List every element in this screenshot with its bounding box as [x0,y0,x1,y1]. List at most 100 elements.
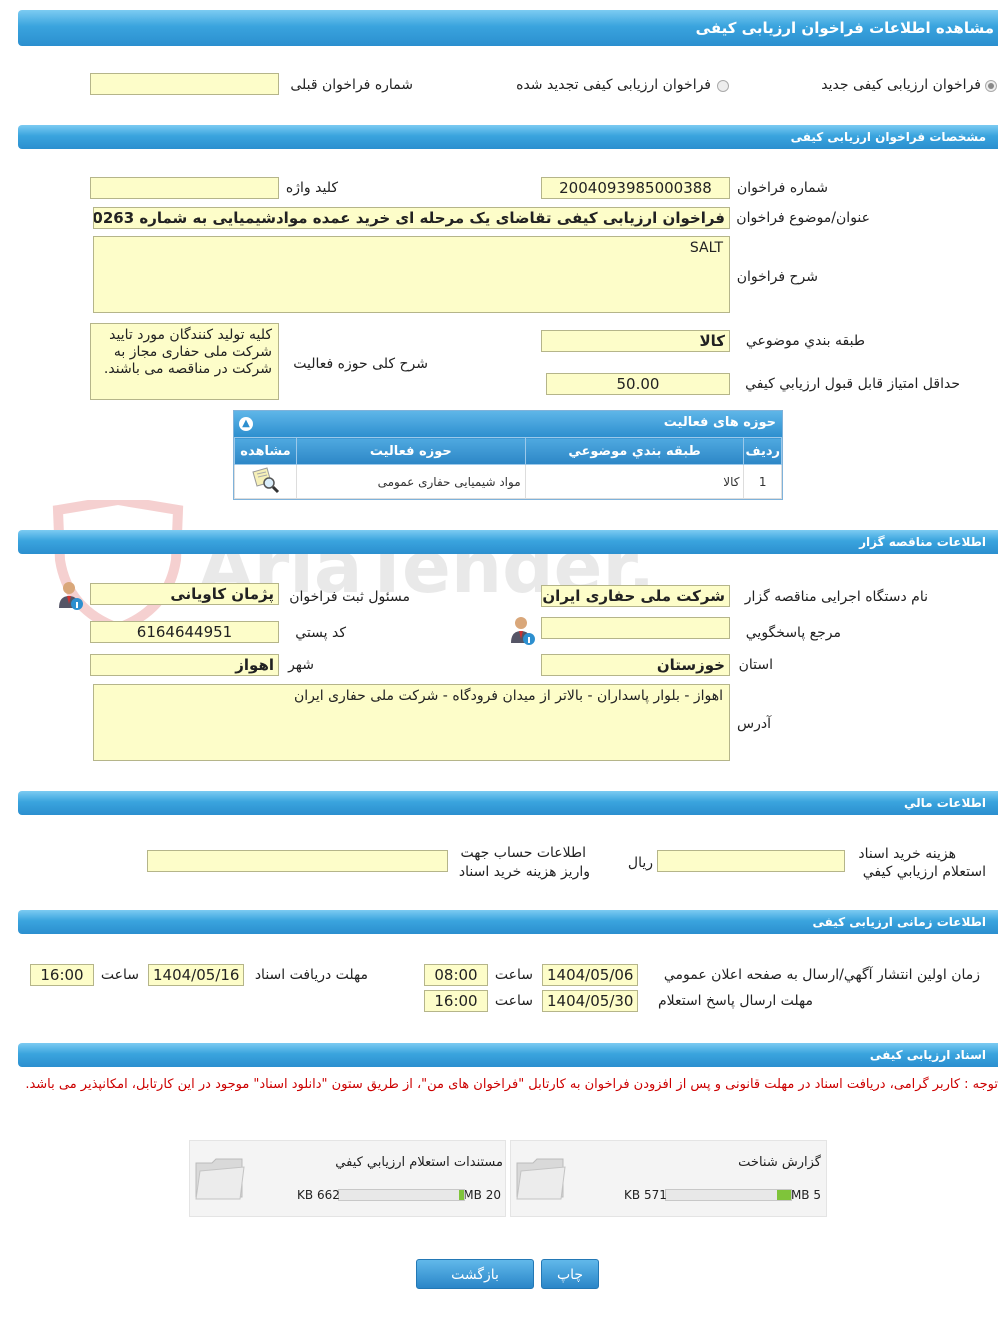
file-name: مستندات استعلام ارزيابي کيفي [335,1155,503,1170]
receive-time-field[interactable]: 16:00 [30,964,94,986]
publish-time-label: ساعت [494,967,533,983]
receive-date-field[interactable]: 1404/05/16 [148,964,244,986]
fee-label-1: هزینه خرید اسناد [858,846,956,862]
file-name: گزارش شناخت [738,1155,821,1170]
scope-field[interactable]: کلیه تولید کنندگان مورد تایید شرکت ملی ح… [90,323,279,400]
org-field[interactable]: شرکت ملی حفاری ایران در [541,585,730,607]
registrar-label: مسئول ثبت فراخوان [289,589,410,605]
file-progress [665,1189,792,1201]
col-category: طبقه بندي موضوعي [524,437,745,465]
radio-new[interactable] [985,80,997,92]
number-label: شماره فراخوان [737,180,828,196]
publish-time-field[interactable]: 08:00 [424,964,488,986]
magnifier-document-icon[interactable] [249,466,281,494]
min-score-field[interactable]: 50.00 [546,373,730,395]
account-label-2: واریز هزینه خرید اسناد [458,864,590,880]
prev-number-field[interactable] [90,73,279,95]
watermark: AriaTender.neT [48,494,804,634]
activities-header: حوزه های فعالیت ▲ [234,411,782,437]
reply-label: مهلت ارسال پاسخ استعلام [657,993,813,1009]
file-progress-fill [777,1190,791,1200]
postal-field[interactable]: 6164644951 [90,621,279,643]
publish-label: زمان اولين انتشار آگهي/ارسال به صفحه اعل… [663,967,980,983]
file-limit: 20 MB [463,1188,501,1202]
publish-date-field[interactable]: 1404/05/06 [542,964,638,986]
receive-time-label: ساعت [100,967,139,983]
folder-icon [516,1158,566,1200]
address-label: آدرس [737,716,771,732]
subject-label: عنوان/موضوع فراخوان [736,210,870,226]
postal-label: کد پستي [295,625,346,641]
city-field[interactable]: اهواز [90,654,279,676]
registrar-field[interactable]: پژمان کاویانی [90,583,279,605]
org-label: نام دستگاه اجرایی مناقصه گزار [744,589,928,605]
section-specs: مشخصات فراخوان ارزیابی کیفی [18,125,998,149]
file-limit: 5 MB [790,1188,821,1202]
view-cell [234,464,297,499]
fee-label-2: استعلام ارزيابي کيفي [862,864,986,880]
account-field[interactable] [147,850,448,872]
file-progress [338,1189,465,1201]
prev-number-label: شماره فراخوان قبلی [290,77,413,93]
section-schedule-title: اطلاعات زمانی ارزیابی کیفی [812,915,986,929]
file-card-recognition[interactable]: گزارش شناخت 5 MB 571 KB [510,1140,827,1217]
responder-label: مرجع پاسخگويي [745,625,841,641]
fee-field[interactable] [657,850,845,872]
col-view: مشاهده [234,437,297,465]
category-label: طبقه بندي موضوعي [745,333,865,349]
responder-info-icon[interactable] [507,615,537,647]
section-documents: اسناد ارزیابی کیفی [18,1043,998,1067]
row-index: 1 [743,464,782,499]
receive-label: مهلت دریافت اسناد [254,967,368,983]
page-header: مشاهده اطلاعات فراخوان ارزیابی کیفی [18,10,998,46]
file-size: 662 KB [297,1188,340,1202]
city-label: شهر [288,657,314,673]
row-category: کالا [524,464,745,499]
keyword-label: کلید واژه [285,180,338,196]
file-progress-fill [459,1190,464,1200]
section-schedule: اطلاعات زمانی ارزیابی کیفی [18,910,998,934]
page-title: مشاهده اطلاعات فراخوان ارزیابی کیفی [695,19,994,37]
section-financial-title: اطلاعات مالي [903,796,986,810]
radio-renewed[interactable] [717,80,729,92]
keyword-field[interactable] [90,177,279,199]
section-organizer-title: اطلاعات مناقصه گزار [859,535,986,549]
file-card-inquiry-docs[interactable]: مستندات استعلام ارزيابي کيفي 20 MB 662 K… [189,1140,506,1217]
collapse-up-icon[interactable]: ▲ [239,417,253,431]
min-score-label: حداقل امتياز قابل قبول ارزيابي کيفي [745,376,960,392]
account-label-1: اطلاعات حساب جهت [460,845,586,861]
scope-label: شرح کلی حوزه فعالیت [293,356,428,372]
description-label: شرح فراخوان [736,269,818,285]
col-index: رديف [743,437,782,465]
download-notice: توجه : کاربر گرامی، دریافت اسناد در مهلت… [25,1077,998,1092]
row-field: مواد شیمیایی حفاری عمومی [295,464,526,499]
file-size: 571 KB [624,1188,667,1202]
section-documents-title: اسناد ارزیابی کیفی [869,1048,986,1062]
radio-new-label: فراخوان ارزیابی کیفی جدید [821,77,981,93]
section-specs-title: مشخصات فراخوان ارزیابی کیفی [790,130,986,144]
activities-table: رديف طبقه بندي موضوعي حوزه فعالیت مشاهده… [234,437,782,499]
back-button[interactable]: بازگشت [416,1259,534,1289]
section-financial: اطلاعات مالي [18,791,998,815]
currency-label: ريال [627,855,653,871]
subject-field[interactable]: فراخوان ارزیابی کیفی تقاضای یک مرحله ای … [93,207,730,229]
col-field: حوزه فعالیت [295,437,526,465]
province-field[interactable]: خوزستان [541,654,730,676]
reply-time-field[interactable]: 16:00 [424,990,488,1012]
user-info-icon[interactable] [55,580,85,612]
responder-field[interactable] [541,617,730,639]
activities-title: حوزه های فعالیت [663,415,776,430]
reply-time-label: ساعت [494,993,533,1009]
radio-renewed-label: فراخوان ارزیابی کیفی تجدید شده [516,77,711,93]
number-field[interactable]: 2004093985000388 [541,177,730,199]
section-organizer: اطلاعات مناقصه گزار [18,530,998,554]
print-button[interactable]: چاپ [541,1259,599,1289]
category-field[interactable]: کالا [541,330,730,352]
reply-date-field[interactable]: 1404/05/30 [542,990,638,1012]
activities-panel: حوزه های فعالیت ▲ رديف طبقه بندي موضوعي … [233,410,783,500]
description-field[interactable]: SALT [93,236,730,313]
table-row: 1 کالا مواد شیمیایی حفاری عمومی [234,464,782,499]
address-field[interactable]: اهواز - بلوار پاسداران - بالاتر از میدان… [93,684,730,761]
province-label: استان [738,657,773,673]
folder-icon [195,1158,245,1200]
